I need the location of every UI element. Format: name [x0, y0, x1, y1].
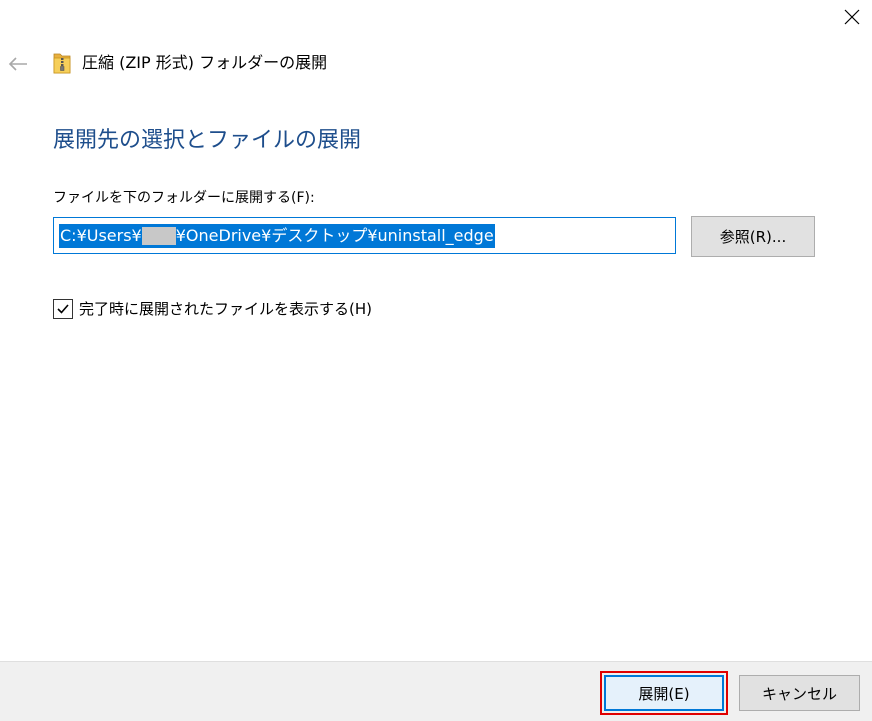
extract-dialog: 圧縮 (ZIP 形式) フォルダーの展開 展開先の選択とファイルの展開 ファイル… [0, 0, 872, 721]
show-files-checkbox[interactable] [53, 299, 73, 319]
show-files-option[interactable]: 完了時に展開されたファイルを表示する(H) [53, 298, 372, 320]
back-button[interactable] [4, 50, 32, 78]
show-files-label: 完了時に展開されたファイルを表示する(H) [79, 300, 372, 318]
path-prefix: C:¥Users¥ [60, 225, 142, 245]
close-icon [844, 9, 860, 25]
window-title: 圧縮 (ZIP 形式) フォルダーの展開 [82, 53, 328, 72]
close-button[interactable] [835, 2, 869, 32]
path-suffix: ¥OneDrive¥デスクトップ¥uninstall_edge [175, 225, 494, 245]
redacted-username [141, 226, 176, 245]
back-arrow-icon [8, 57, 27, 71]
destination-label: ファイルを下のフォルダーに展開する(F): [53, 190, 315, 206]
cancel-button[interactable]: キャンセル [739, 675, 860, 711]
page-heading: 展開先の選択とファイルの展開 [53, 128, 362, 153]
browse-button[interactable]: 参照(R)... [691, 216, 815, 257]
selected-path-text: C:¥Users¥ ¥OneDrive¥デスクトップ¥uninstall_edge [59, 223, 495, 248]
zip-folder-icon [53, 53, 71, 74]
checkmark-icon [57, 304, 69, 314]
destination-path-input[interactable]: C:¥Users¥ ¥OneDrive¥デスクトップ¥uninstall_edge [53, 217, 676, 254]
extract-button[interactable]: 展開(E) [604, 675, 724, 711]
